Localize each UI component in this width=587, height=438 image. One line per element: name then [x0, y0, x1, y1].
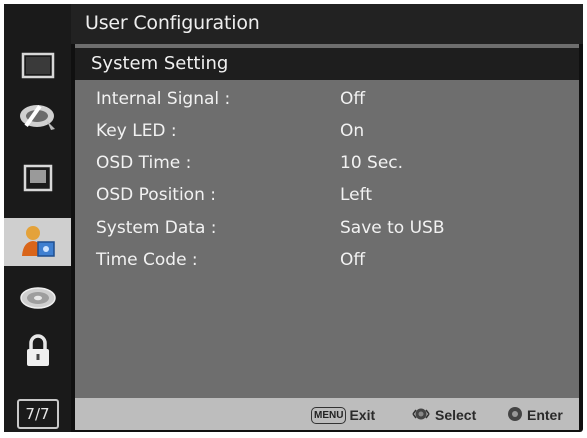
setting-label: Internal Signal :: [96, 89, 231, 109]
page-indicator-wrap: 7/7: [4, 390, 71, 438]
setting-value[interactable]: Left: [340, 185, 372, 205]
footer-hints: MENU Exit Select Enter: [75, 398, 579, 430]
enter-hint: Enter: [506, 405, 563, 425]
lock-icon: [23, 333, 53, 369]
user-config-icon: [18, 222, 58, 262]
setting-row-osd-position[interactable]: OSD Position : Left: [75, 180, 579, 212]
page-indicator: 7/7: [16, 399, 59, 429]
setting-row-internal-signal[interactable]: Internal Signal : Off: [75, 84, 579, 116]
section-header: System Setting: [75, 48, 579, 80]
select-label: Select: [435, 407, 477, 423]
setting-label: OSD Position :: [96, 185, 216, 205]
menu-key-icon: MENU: [311, 406, 347, 424]
setting-label: Key LED :: [96, 121, 177, 141]
disc-icon: [18, 284, 58, 312]
monitor-icon: [20, 51, 56, 81]
enter-button-icon: [506, 405, 524, 426]
sidebar-item-picture[interactable]: [4, 42, 71, 90]
sidebar-item-audio[interactable]: [4, 274, 71, 322]
setting-row-time-code[interactable]: Time Code : Off: [75, 245, 579, 277]
setting-row-key-led[interactable]: Key LED : On: [75, 116, 579, 148]
sidebar-item-user-config[interactable]: [4, 218, 71, 266]
setting-value[interactable]: On: [340, 121, 364, 141]
setting-row-system-data[interactable]: System Data : Save to USB: [75, 213, 579, 245]
sidebar-item-lock[interactable]: [4, 327, 71, 375]
setting-label: OSD Time :: [96, 153, 192, 173]
setting-value[interactable]: 10 Sec.: [340, 153, 403, 173]
header-bar: User Configuration: [71, 4, 583, 44]
setting-value[interactable]: Off: [340, 89, 365, 109]
enter-label: Enter: [527, 407, 563, 423]
setting-value[interactable]: Save to USB: [340, 218, 445, 238]
sidebar-item-screen[interactable]: [4, 154, 71, 202]
exit-hint: MENU Exit: [311, 405, 375, 425]
sidebar: 7/7: [4, 4, 71, 432]
color-palette-icon: [17, 99, 59, 133]
page-title: User Configuration: [85, 12, 260, 34]
section-title: System Setting: [91, 53, 229, 74]
screen-frame-icon: [21, 163, 55, 193]
sidebar-item-color[interactable]: [4, 92, 71, 140]
setting-row-osd-time[interactable]: OSD Time : 10 Sec.: [75, 148, 579, 180]
setting-label: System Data :: [96, 218, 217, 238]
select-hint: Select: [410, 405, 476, 425]
exit-label: Exit: [349, 407, 376, 423]
settings-panel: System Setting Internal Signal : Off Key…: [75, 44, 579, 398]
setting-value[interactable]: Off: [340, 250, 365, 270]
setting-label: Time Code :: [96, 250, 198, 270]
jog-dial-icon: [410, 405, 432, 426]
